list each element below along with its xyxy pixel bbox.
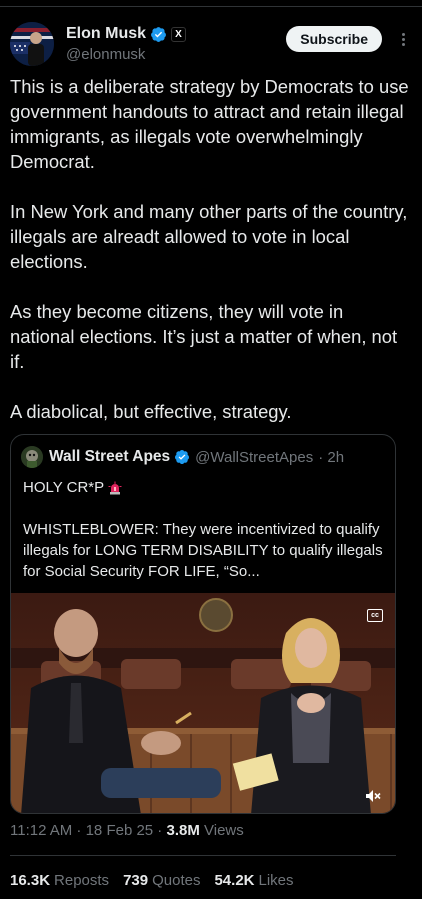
- verified-badge-icon: [151, 26, 166, 42]
- reposts-count: 16.3K: [10, 872, 51, 889]
- tweet-meta: 11:12 AM · 18 Feb 25 · 3.8M Views: [10, 822, 244, 839]
- reposts-stat[interactable]: 16.3K Reposts: [10, 872, 109, 889]
- author-names: Elon Musk X @elonmusk: [66, 24, 187, 63]
- author-display-name[interactable]: Elon Musk: [66, 25, 146, 43]
- tweet-paragraph: A diabolical, but effective, strategy.: [10, 401, 292, 422]
- views-count: 3.8M: [166, 822, 200, 839]
- stats-divider: [10, 855, 396, 856]
- subscribe-button[interactable]: Subscribe: [286, 26, 382, 52]
- quoted-time[interactable]: · 2h: [318, 449, 344, 466]
- mute-icon[interactable]: [365, 789, 381, 803]
- x-affiliate-icon: X: [171, 26, 187, 42]
- quoted-avatar[interactable]: [21, 446, 43, 468]
- quotes-count: 739: [123, 872, 149, 889]
- tweet-paragraph: In New York and many other parts of the …: [10, 201, 408, 272]
- tweet-paragraph: As they become citizens, they will vote …: [10, 301, 398, 372]
- siren-icon: [108, 481, 122, 494]
- likes-count: 54.2K: [214, 872, 255, 889]
- video-frame: [11, 593, 395, 813]
- quotes-label: Quotes: [152, 872, 201, 889]
- quoted-text: HOLY CR*P WHISTLEBLOWER: They were incen…: [23, 477, 383, 582]
- engagement-stats: 16.3K Reposts 739 Quotes 54.2K Likes: [10, 872, 294, 889]
- tweet-paragraph: This is a deliberate strategy by Democra…: [10, 76, 409, 172]
- quoted-line-1: HOLY CR*P: [23, 479, 105, 496]
- quoted-tweet-card[interactable]: Wall Street Apes @WallStreetApes · 2h HO…: [10, 434, 396, 814]
- quoted-tweet-header: Wall Street Apes @WallStreetApes · 2h: [21, 446, 385, 468]
- tweet-timestamp[interactable]: 11:12 AM · 18 Feb 25 ·: [10, 822, 166, 839]
- quoted-body: WHISTLEBLOWER: They were incentivized to…: [23, 521, 383, 580]
- views-label: Views: [199, 822, 244, 839]
- likes-stat[interactable]: 54.2K Likes: [214, 872, 293, 889]
- tweet-header: Elon Musk X @elonmusk Subscribe: [10, 22, 412, 66]
- author-handle[interactable]: @elonmusk: [66, 46, 186, 63]
- verified-badge-icon: [175, 450, 190, 465]
- more-options-icon[interactable]: [394, 28, 412, 50]
- quotes-stat[interactable]: 739 Quotes: [123, 872, 200, 889]
- quoted-display-name[interactable]: Wall Street Apes: [49, 448, 170, 466]
- captions-button[interactable]: cc: [367, 609, 383, 622]
- tweet-text: This is a deliberate strategy by Democra…: [10, 74, 410, 449]
- reposts-label: Reposts: [54, 872, 110, 889]
- likes-label: Likes: [258, 872, 294, 889]
- quoted-video[interactable]: cc: [11, 593, 395, 813]
- top-divider: [0, 6, 422, 7]
- quoted-handle[interactable]: @WallStreetApes: [195, 449, 313, 466]
- avatar[interactable]: [10, 22, 54, 66]
